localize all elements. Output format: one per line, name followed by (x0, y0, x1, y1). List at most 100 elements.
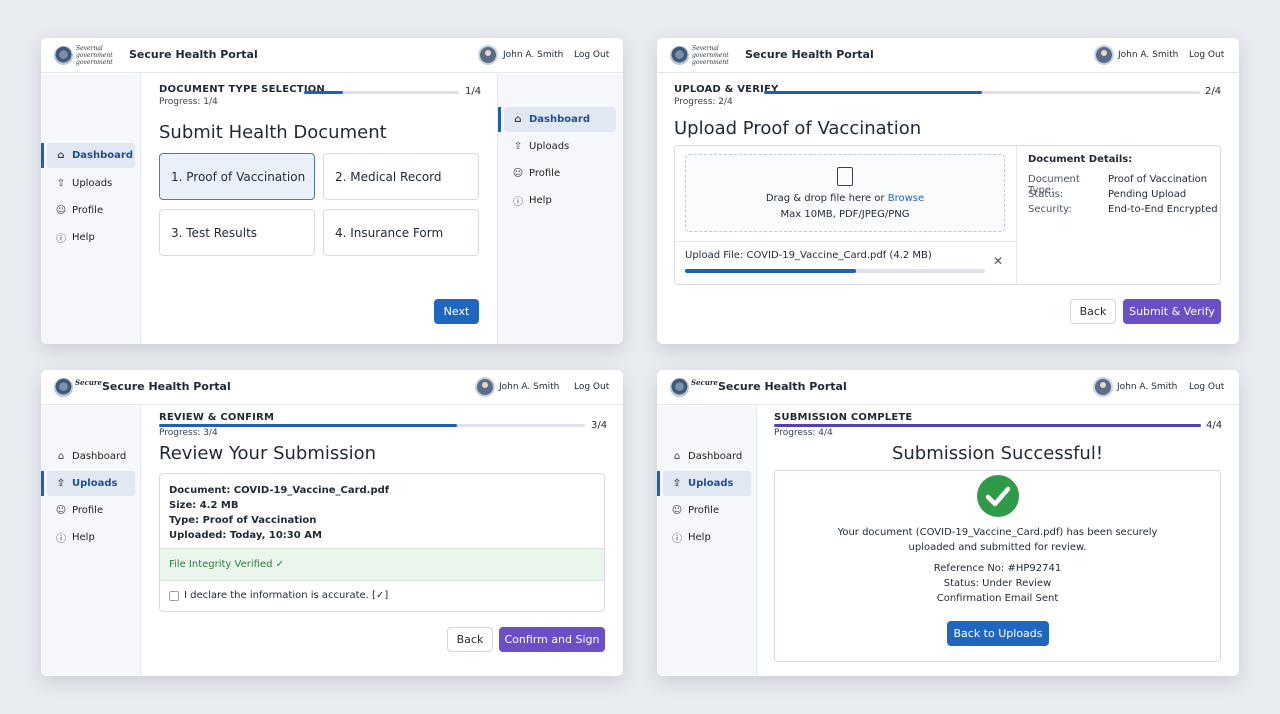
seal-text: Severnal government government (76, 45, 113, 66)
sidebar-item-help[interactable]: ⓘ Help (663, 525, 751, 550)
step-count: 1/4 (465, 86, 482, 97)
logout-link[interactable]: Log Out (574, 50, 609, 60)
user-icon: ☺ (55, 505, 67, 516)
help-icon: ⓘ (56, 534, 66, 545)
government-seal-icon (670, 46, 689, 65)
upload-icon: ⇧ (513, 141, 523, 152)
submission-status: Status: Under Review (943, 578, 1052, 589)
success-card: Your document (COVID-19_Vaccine_Card.pdf… (774, 470, 1221, 662)
progress-fill (159, 424, 458, 427)
sidebar-item-uploads[interactable]: ⇧ Uploads (47, 171, 135, 196)
declare-checkbox[interactable] (169, 591, 179, 601)
progress-text: Progress: 3/4 (159, 428, 218, 438)
sidebar-right: ⌂ Dashboard ⇧ Uploads ☺ Profile ⓘ Help (497, 74, 623, 344)
reference-number: Reference No: #HP92741 (933, 563, 1062, 574)
sidebar-item-profile[interactable]: ☺ Profile (663, 498, 751, 523)
logout-link[interactable]: Log Out (574, 382, 609, 392)
back-to-uploads-button[interactable]: Back to Uploads (947, 621, 1049, 646)
submission-details: Reference No: #HP92741 Status: Under Rev… (775, 561, 1220, 606)
document-summary: Document: COVID-19_Vaccine_Card.pdf Size… (169, 483, 389, 543)
success-message: Your document (COVID-19_Vaccine_Card.pdf… (837, 527, 1158, 553)
step2-panel: Severnal government government Secure Heal… (657, 38, 1239, 344)
avatar[interactable] (1093, 377, 1113, 397)
sidebar-item-dashboard[interactable]: ⌂ Dashboard (498, 107, 616, 132)
confirm-sign-button[interactable]: Confirm and Sign (499, 627, 605, 652)
avatar[interactable] (1094, 45, 1114, 65)
document-size: Size: 4.2 MB (169, 500, 239, 511)
step-count: 4/4 (1206, 420, 1223, 431)
sidebar-item-profile[interactable]: ☺ Profile (47, 498, 135, 523)
upload-file-text: Upload File: COVID-19_Vaccine_Card.pdf (… (685, 250, 932, 261)
header: Secure Secure Health Portal John A. Smit… (657, 370, 1239, 405)
upload-icon: ⇧ (672, 478, 682, 489)
step3-panel: Secure Secure Health Portal John A. Smit… (41, 370, 623, 676)
step-label: SUBMISSION COMPLETE (774, 412, 913, 423)
sidebar-item-uploads[interactable]: ⇧ Uploads (504, 134, 592, 159)
seal-text: Severnal government government (692, 45, 729, 66)
logo-word: Secure (691, 378, 719, 387)
drop-text: Drag & drop file here or Browse (765, 193, 925, 204)
progress-bar (764, 91, 1200, 94)
page-title: Upload Proof of Vaccination (674, 118, 922, 139)
sidebar-item-help[interactable]: ⓘ Help (504, 188, 592, 213)
home-icon: ⌂ (57, 451, 65, 462)
home-icon: ⌂ (673, 451, 681, 462)
sidebar-item-uploads[interactable]: ⇧ Uploads (657, 471, 751, 496)
option-proof-of-vaccination[interactable]: 1. Proof of Vaccination (159, 153, 315, 200)
user-icon: ☺ (671, 505, 683, 516)
browse-link[interactable]: Browse (888, 193, 924, 204)
divider (1016, 146, 1017, 284)
sidebar-item-help[interactable]: ⓘ Help (47, 225, 135, 250)
help-icon: ⓘ (513, 197, 523, 208)
sidebar: ⌂ Dashboard ⇧ Uploads ☺ Profile ⓘ Help (41, 406, 141, 676)
close-icon[interactable]: ✕ (993, 254, 1003, 268)
sidebar-item-dashboard[interactable]: ⌂ Dashboard (47, 444, 135, 469)
progress-bar (304, 91, 459, 94)
user-name: John A. Smith (503, 50, 564, 60)
progress-fill (774, 424, 1201, 427)
logo-word: Secure (75, 378, 103, 387)
avatar[interactable] (475, 377, 495, 397)
drop-limits: Max 10MB, PDF/JPEG/PNG (780, 209, 910, 220)
document-type: Type: Proof of Vaccination (169, 515, 317, 526)
drop-zone[interactable]: Drag & drop file here or Browse Max 10MB… (685, 154, 1005, 232)
step-label: UPLOAD & VERIFY (674, 84, 779, 95)
header: Secure Secure Health Portal John A. Smit… (41, 370, 623, 405)
next-button[interactable]: Next (434, 299, 479, 324)
back-button[interactable]: Back (447, 627, 493, 652)
step-label: REVIEW & CONFIRM (159, 412, 275, 423)
sidebar-item-dashboard[interactable]: ⌂ Dashboard (663, 444, 751, 469)
sidebar-item-uploads[interactable]: ⇧ Uploads (41, 471, 135, 496)
email-confirmation: Confirmation Email Sent (936, 593, 1059, 604)
sidebar-item-profile[interactable]: ☺ Profile (504, 161, 592, 186)
declare-text: I declare the information is accurate. [… (184, 590, 389, 601)
page-title: Review Your Submission (159, 443, 377, 464)
sidebar-item-help[interactable]: ⓘ Help (47, 525, 135, 550)
header: Severnal government government Secure Heal… (41, 38, 623, 73)
progress-bar (774, 424, 1201, 427)
user-name: John A. Smith (1117, 382, 1178, 392)
progress-fill (304, 91, 343, 94)
sidebar: ⌂ Dashboard ⇧ Uploads ☺ Profile ⓘ Help (41, 74, 141, 344)
option-insurance-form[interactable]: 4. Insurance Form (323, 209, 479, 256)
user-name: John A. Smith (499, 382, 560, 392)
sidebar-item-profile[interactable]: ☺ Profile (47, 198, 135, 223)
details-title: Document Details: (1028, 154, 1133, 165)
app-title: Secure Health Portal (745, 48, 874, 61)
integrity-banner: File Integrity Verified ✓ (160, 548, 604, 581)
submit-verify-button[interactable]: Submit & Verify (1123, 299, 1221, 324)
help-icon: ⓘ (672, 534, 682, 545)
check-circle-icon (977, 475, 1019, 517)
option-medical-record[interactable]: 2. Medical Record (323, 153, 479, 200)
app-title: Secure Health Portal (718, 380, 847, 393)
user-icon: ☺ (55, 205, 67, 216)
sidebar-item-dashboard[interactable]: ⌂ Dashboard (41, 143, 135, 168)
upload-progress-fill (685, 269, 856, 273)
logout-link[interactable]: Log Out (1189, 50, 1224, 60)
step4-panel: Secure Secure Health Portal John A. Smit… (657, 370, 1239, 676)
avatar[interactable] (478, 45, 498, 65)
user-name: John A. Smith (1118, 50, 1179, 60)
back-button[interactable]: Back (1070, 299, 1116, 324)
logout-link[interactable]: Log Out (1189, 382, 1224, 392)
option-test-results[interactable]: 3. Test Results (159, 209, 315, 256)
